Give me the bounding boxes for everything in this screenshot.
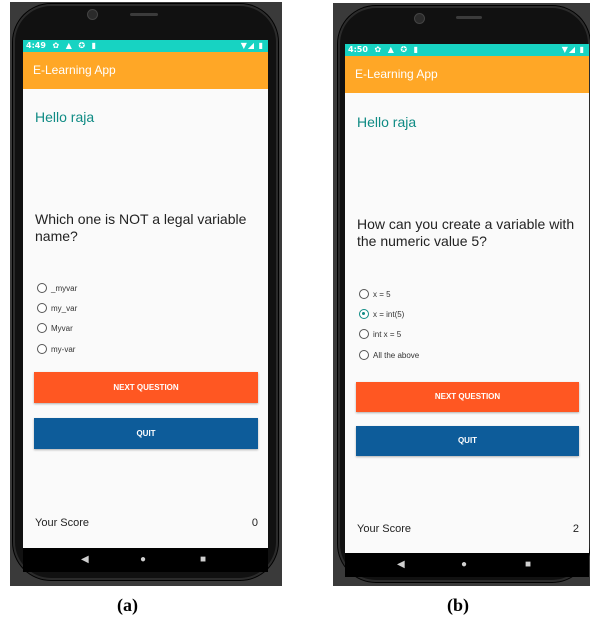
score-label: Your Score xyxy=(357,523,412,535)
option-2[interactable]: x = int(5) xyxy=(359,307,404,321)
back-icon[interactable]: ◀ xyxy=(81,555,89,565)
recents-icon[interactable]: ■ xyxy=(200,555,206,565)
option-2[interactable]: my_var xyxy=(37,301,77,315)
wifi-battery-icon: ▼◢ ▮ xyxy=(240,41,264,50)
option-label: All the above xyxy=(373,350,420,360)
app-title: E-Learning App xyxy=(345,56,589,93)
front-camera-icon xyxy=(414,13,425,24)
screen-a: 4:49 ✿ ▲ ✪ ▮ ▼◢ ▮ E-Learning App Hello r… xyxy=(23,40,268,572)
wifi-battery-icon: ▼◢ ▮ xyxy=(561,45,585,54)
option-label: int x = 5 xyxy=(373,329,402,339)
speaker-grille xyxy=(456,16,482,19)
option-label: my-var xyxy=(51,344,76,354)
screen-b: 4:50 ✿ ▲ ✪ ▮ ▼◢ ▮ E-Learning App Hello r… xyxy=(345,44,589,577)
option-1[interactable]: _myvar xyxy=(37,281,77,295)
caption-a: (a) xyxy=(117,595,138,615)
radio-button[interactable] xyxy=(359,329,369,339)
status-bar: 4:50 ✿ ▲ ✪ ▮ ▼◢ ▮ xyxy=(345,44,589,56)
radio-button[interactable] xyxy=(37,323,47,333)
notification-icons: ✿ ▲ ✪ ▮ xyxy=(52,41,99,50)
option-3[interactable]: int x = 5 xyxy=(359,327,401,341)
speaker-grille xyxy=(130,13,158,16)
option-label: _myvar xyxy=(51,283,78,293)
score-value: 0 xyxy=(251,517,258,529)
quit-button[interactable]: QUIT xyxy=(356,426,579,456)
next-question-button[interactable]: NEXT QUESTION xyxy=(34,372,258,403)
android-nav-bar: ◀ ● ■ xyxy=(345,553,589,577)
status-time: 4:49 xyxy=(26,41,46,50)
status-time: 4:50 xyxy=(348,45,368,54)
android-nav-bar: ◀ ● ■ xyxy=(23,548,268,572)
greeting-text: Hello raja xyxy=(357,114,417,130)
option-label: x = int(5) xyxy=(373,309,405,319)
question-text: Which one is NOT a legal variable name? xyxy=(35,211,247,244)
score-value: 2 xyxy=(572,523,579,535)
option-label: x = 5 xyxy=(373,289,391,299)
option-4[interactable]: All the above xyxy=(359,348,419,362)
score-label: Your Score xyxy=(35,517,90,529)
home-icon[interactable]: ● xyxy=(461,560,467,570)
next-question-button[interactable]: NEXT QUESTION xyxy=(356,382,579,412)
radio-button[interactable] xyxy=(37,344,47,354)
notification-icons: ✿ ▲ ✪ ▮ xyxy=(374,45,421,54)
radio-button-selected[interactable] xyxy=(359,309,369,319)
recents-icon[interactable]: ■ xyxy=(525,560,531,570)
quit-button[interactable]: QUIT xyxy=(34,418,258,449)
radio-button[interactable] xyxy=(37,303,47,313)
caption-b: (b) xyxy=(447,595,469,615)
radio-button[interactable] xyxy=(37,283,47,293)
phone-frame-b: 4:50 ✿ ▲ ✪ ▮ ▼◢ ▮ E-Learning App Hello r… xyxy=(338,6,590,582)
home-icon[interactable]: ● xyxy=(140,555,146,565)
option-1[interactable]: x = 5 xyxy=(359,287,391,301)
option-label: my_var xyxy=(51,303,78,313)
radio-button[interactable] xyxy=(359,350,369,360)
question-text: How can you create a variable with the n… xyxy=(357,216,575,249)
app-title: E-Learning App xyxy=(23,52,268,89)
option-4[interactable]: my-var xyxy=(37,342,75,356)
status-bar: 4:49 ✿ ▲ ✪ ▮ ▼◢ ▮ xyxy=(23,40,268,52)
front-camera-icon xyxy=(87,9,98,20)
option-label: Myvar xyxy=(51,323,73,333)
radio-button[interactable] xyxy=(359,289,369,299)
option-3[interactable]: Myvar xyxy=(37,321,73,335)
back-icon[interactable]: ◀ xyxy=(397,560,405,570)
greeting-text: Hello raja xyxy=(35,109,95,125)
phone-frame-a: 4:49 ✿ ▲ ✪ ▮ ▼◢ ▮ E-Learning App Hello r… xyxy=(13,4,278,580)
